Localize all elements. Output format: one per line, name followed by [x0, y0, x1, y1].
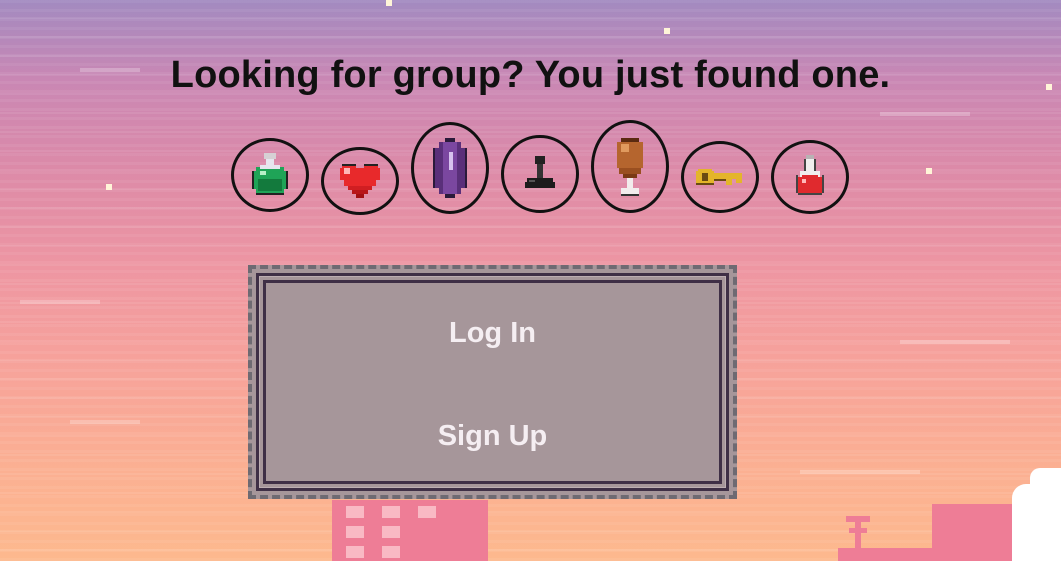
sky-streak	[880, 112, 970, 116]
green-potion-icon	[231, 138, 309, 212]
sparkle	[386, 0, 392, 6]
icon-row	[0, 118, 1061, 218]
auth-menu-panel: Log In Sign Up	[248, 265, 737, 499]
antenna	[849, 528, 867, 533]
sparkle	[664, 28, 670, 34]
cloud	[1030, 468, 1061, 492]
login-button[interactable]: Log In	[259, 316, 726, 351]
page-headline: Looking for group? You just found one.	[170, 54, 891, 96]
antenna	[855, 516, 861, 550]
sky-streak	[20, 300, 100, 304]
sky-streak	[900, 340, 1010, 344]
key-icon	[681, 141, 759, 213]
auth-menu-frame: Log In Sign Up	[256, 273, 729, 491]
building	[332, 500, 488, 561]
cloud	[1012, 484, 1061, 561]
heart-icon	[321, 147, 399, 215]
sky-streak	[800, 470, 920, 474]
crystal-icon	[411, 122, 489, 214]
building	[932, 504, 1020, 561]
red-potion-icon	[771, 140, 849, 214]
signup-button[interactable]: Sign Up	[259, 419, 726, 454]
drumstick-icon	[591, 120, 669, 213]
joystick-icon	[501, 135, 579, 213]
sky-streak	[70, 420, 140, 424]
